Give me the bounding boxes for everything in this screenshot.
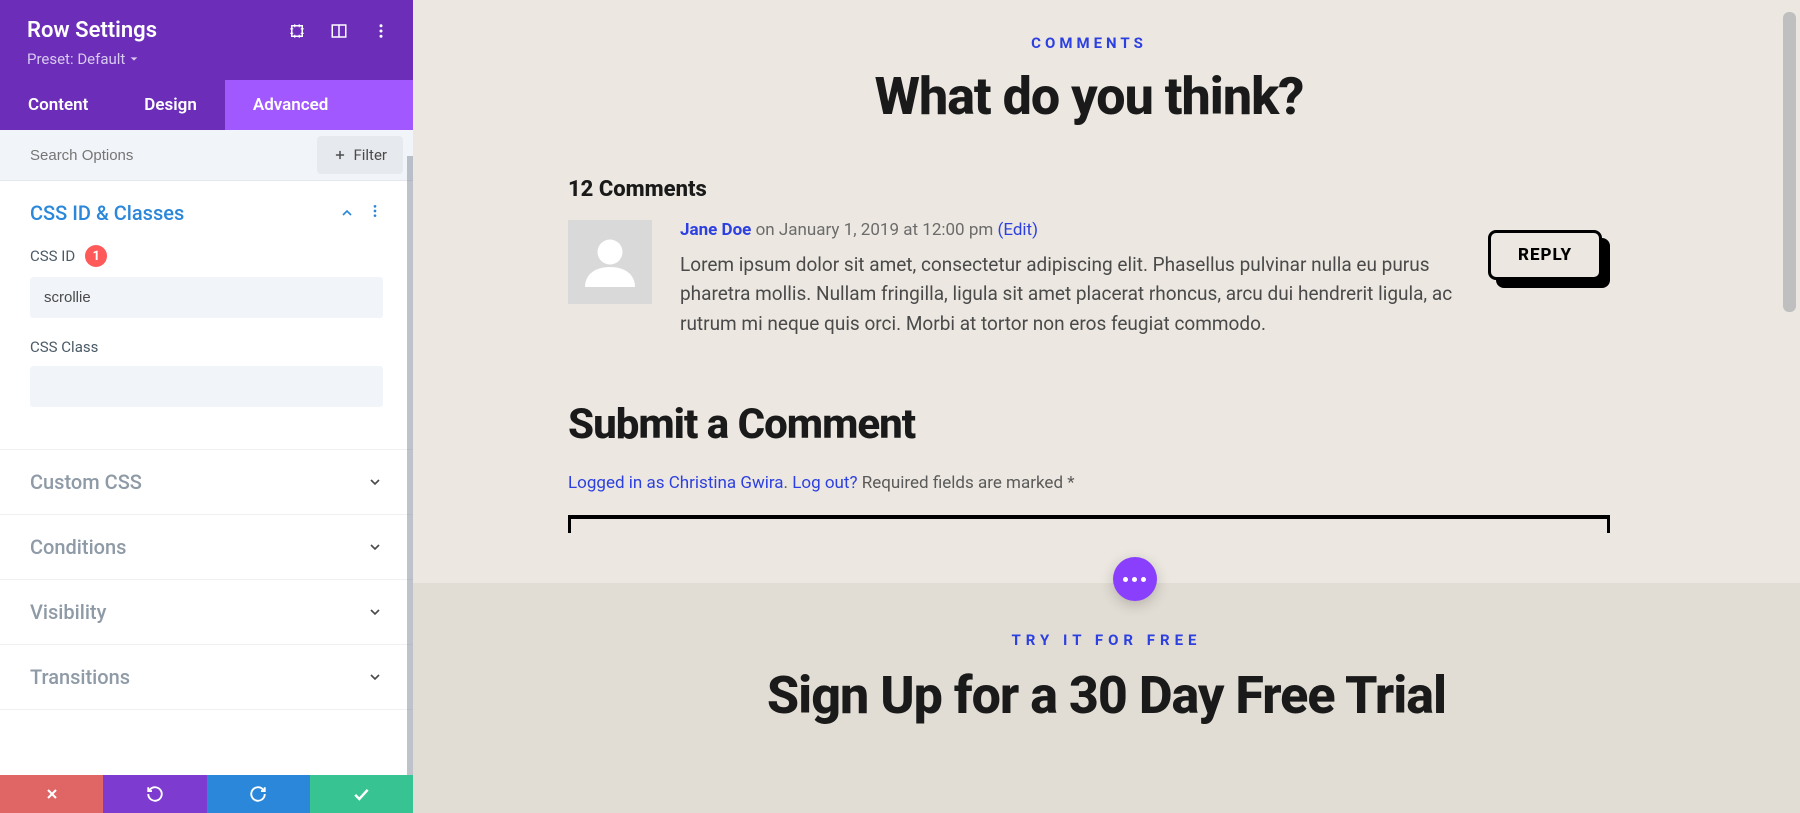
chevron-down-icon: [367, 539, 383, 555]
comments-eyebrow: COMMENTS: [568, 34, 1610, 52]
search-bar: Filter: [0, 130, 413, 181]
section-visibility: Visibility: [0, 580, 413, 645]
sidebar-footer: [0, 775, 413, 813]
chevron-up-icon: [339, 205, 355, 221]
comment-item: Jane Doe on January 1, 2019 at 12:00 pm …: [568, 220, 1610, 338]
preset-dropdown[interactable]: Preset: Default: [27, 50, 139, 68]
chevron-down-icon: [367, 474, 383, 490]
comment-text: Lorem ipsum dolor sit amet, consectetur …: [680, 250, 1460, 338]
trial-eyebrow: TRY IT FOR FREE: [413, 631, 1800, 649]
undo-button[interactable]: [103, 775, 206, 813]
expand-icon[interactable]: [288, 22, 306, 40]
tab-content[interactable]: Content: [0, 80, 116, 130]
preview-pane: COMMENTS What do you think? 12 Comments …: [413, 0, 1800, 813]
sidebar-tabs: Content Design Advanced: [0, 80, 413, 130]
submit-meta: Logged in as Christina Gwira. Log out? R…: [568, 473, 1610, 493]
section-custom-css: Custom CSS: [0, 450, 413, 515]
section-more-icon[interactable]: [367, 203, 383, 223]
comments-heading: What do you think?: [568, 66, 1610, 127]
css-id-badge: 1: [85, 245, 107, 267]
more-vertical-icon[interactable]: [372, 22, 390, 40]
section-css-id-classes: CSS ID & Classes CSS ID 1 CSS Cl: [0, 181, 413, 450]
logged-in-link[interactable]: Logged in as Christina Gwira: [568, 473, 784, 493]
reply-button[interactable]: REPLY: [1488, 230, 1602, 280]
tab-design[interactable]: Design: [116, 80, 225, 130]
columns-icon[interactable]: [330, 22, 348, 40]
filter-button[interactable]: Filter: [317, 136, 403, 174]
redo-button[interactable]: [207, 775, 310, 813]
logout-link[interactable]: Log out?: [792, 473, 857, 493]
css-id-input[interactable]: [30, 277, 383, 318]
chevron-down-icon: [367, 604, 383, 620]
preview-scrollbar[interactable]: [1783, 12, 1796, 312]
module-settings-fab[interactable]: [1113, 557, 1157, 601]
search-input[interactable]: [0, 133, 317, 178]
comment-author[interactable]: Jane Doe: [680, 220, 751, 240]
css-class-input[interactable]: [30, 366, 383, 407]
section-transitions: Transitions: [0, 645, 413, 710]
section-header-css-id-classes[interactable]: CSS ID & Classes: [0, 181, 413, 245]
comment-meta: Jane Doe on January 1, 2019 at 12:00 pm …: [680, 220, 1460, 240]
css-class-label: CSS Class: [30, 338, 98, 356]
avatar: [568, 220, 652, 304]
cancel-button[interactable]: [0, 775, 103, 813]
css-id-label: CSS ID: [30, 247, 75, 265]
submit-heading: Submit a Comment: [568, 400, 1610, 449]
comment-edit-link[interactable]: (Edit): [998, 220, 1039, 240]
chevron-down-icon: [367, 669, 383, 685]
comment-textarea[interactable]: [568, 515, 1610, 519]
trial-heading: Sign Up for a 30 Day Free Trial: [413, 665, 1800, 726]
comments-count: 12 Comments: [568, 177, 1610, 202]
sidebar-body: CSS ID & Classes CSS ID 1 CSS Cl: [0, 181, 413, 775]
trial-section: TRY IT FOR FREE Sign Up for a 30 Day Fre…: [413, 583, 1800, 813]
section-conditions: Conditions: [0, 515, 413, 580]
sidebar-title: Row Settings: [27, 18, 157, 43]
tab-advanced[interactable]: Advanced: [225, 80, 413, 130]
sidebar-header: Row Settings Preset: Default: [0, 0, 413, 80]
settings-sidebar: Row Settings Preset: Default: [0, 0, 413, 813]
save-button[interactable]: [310, 775, 413, 813]
